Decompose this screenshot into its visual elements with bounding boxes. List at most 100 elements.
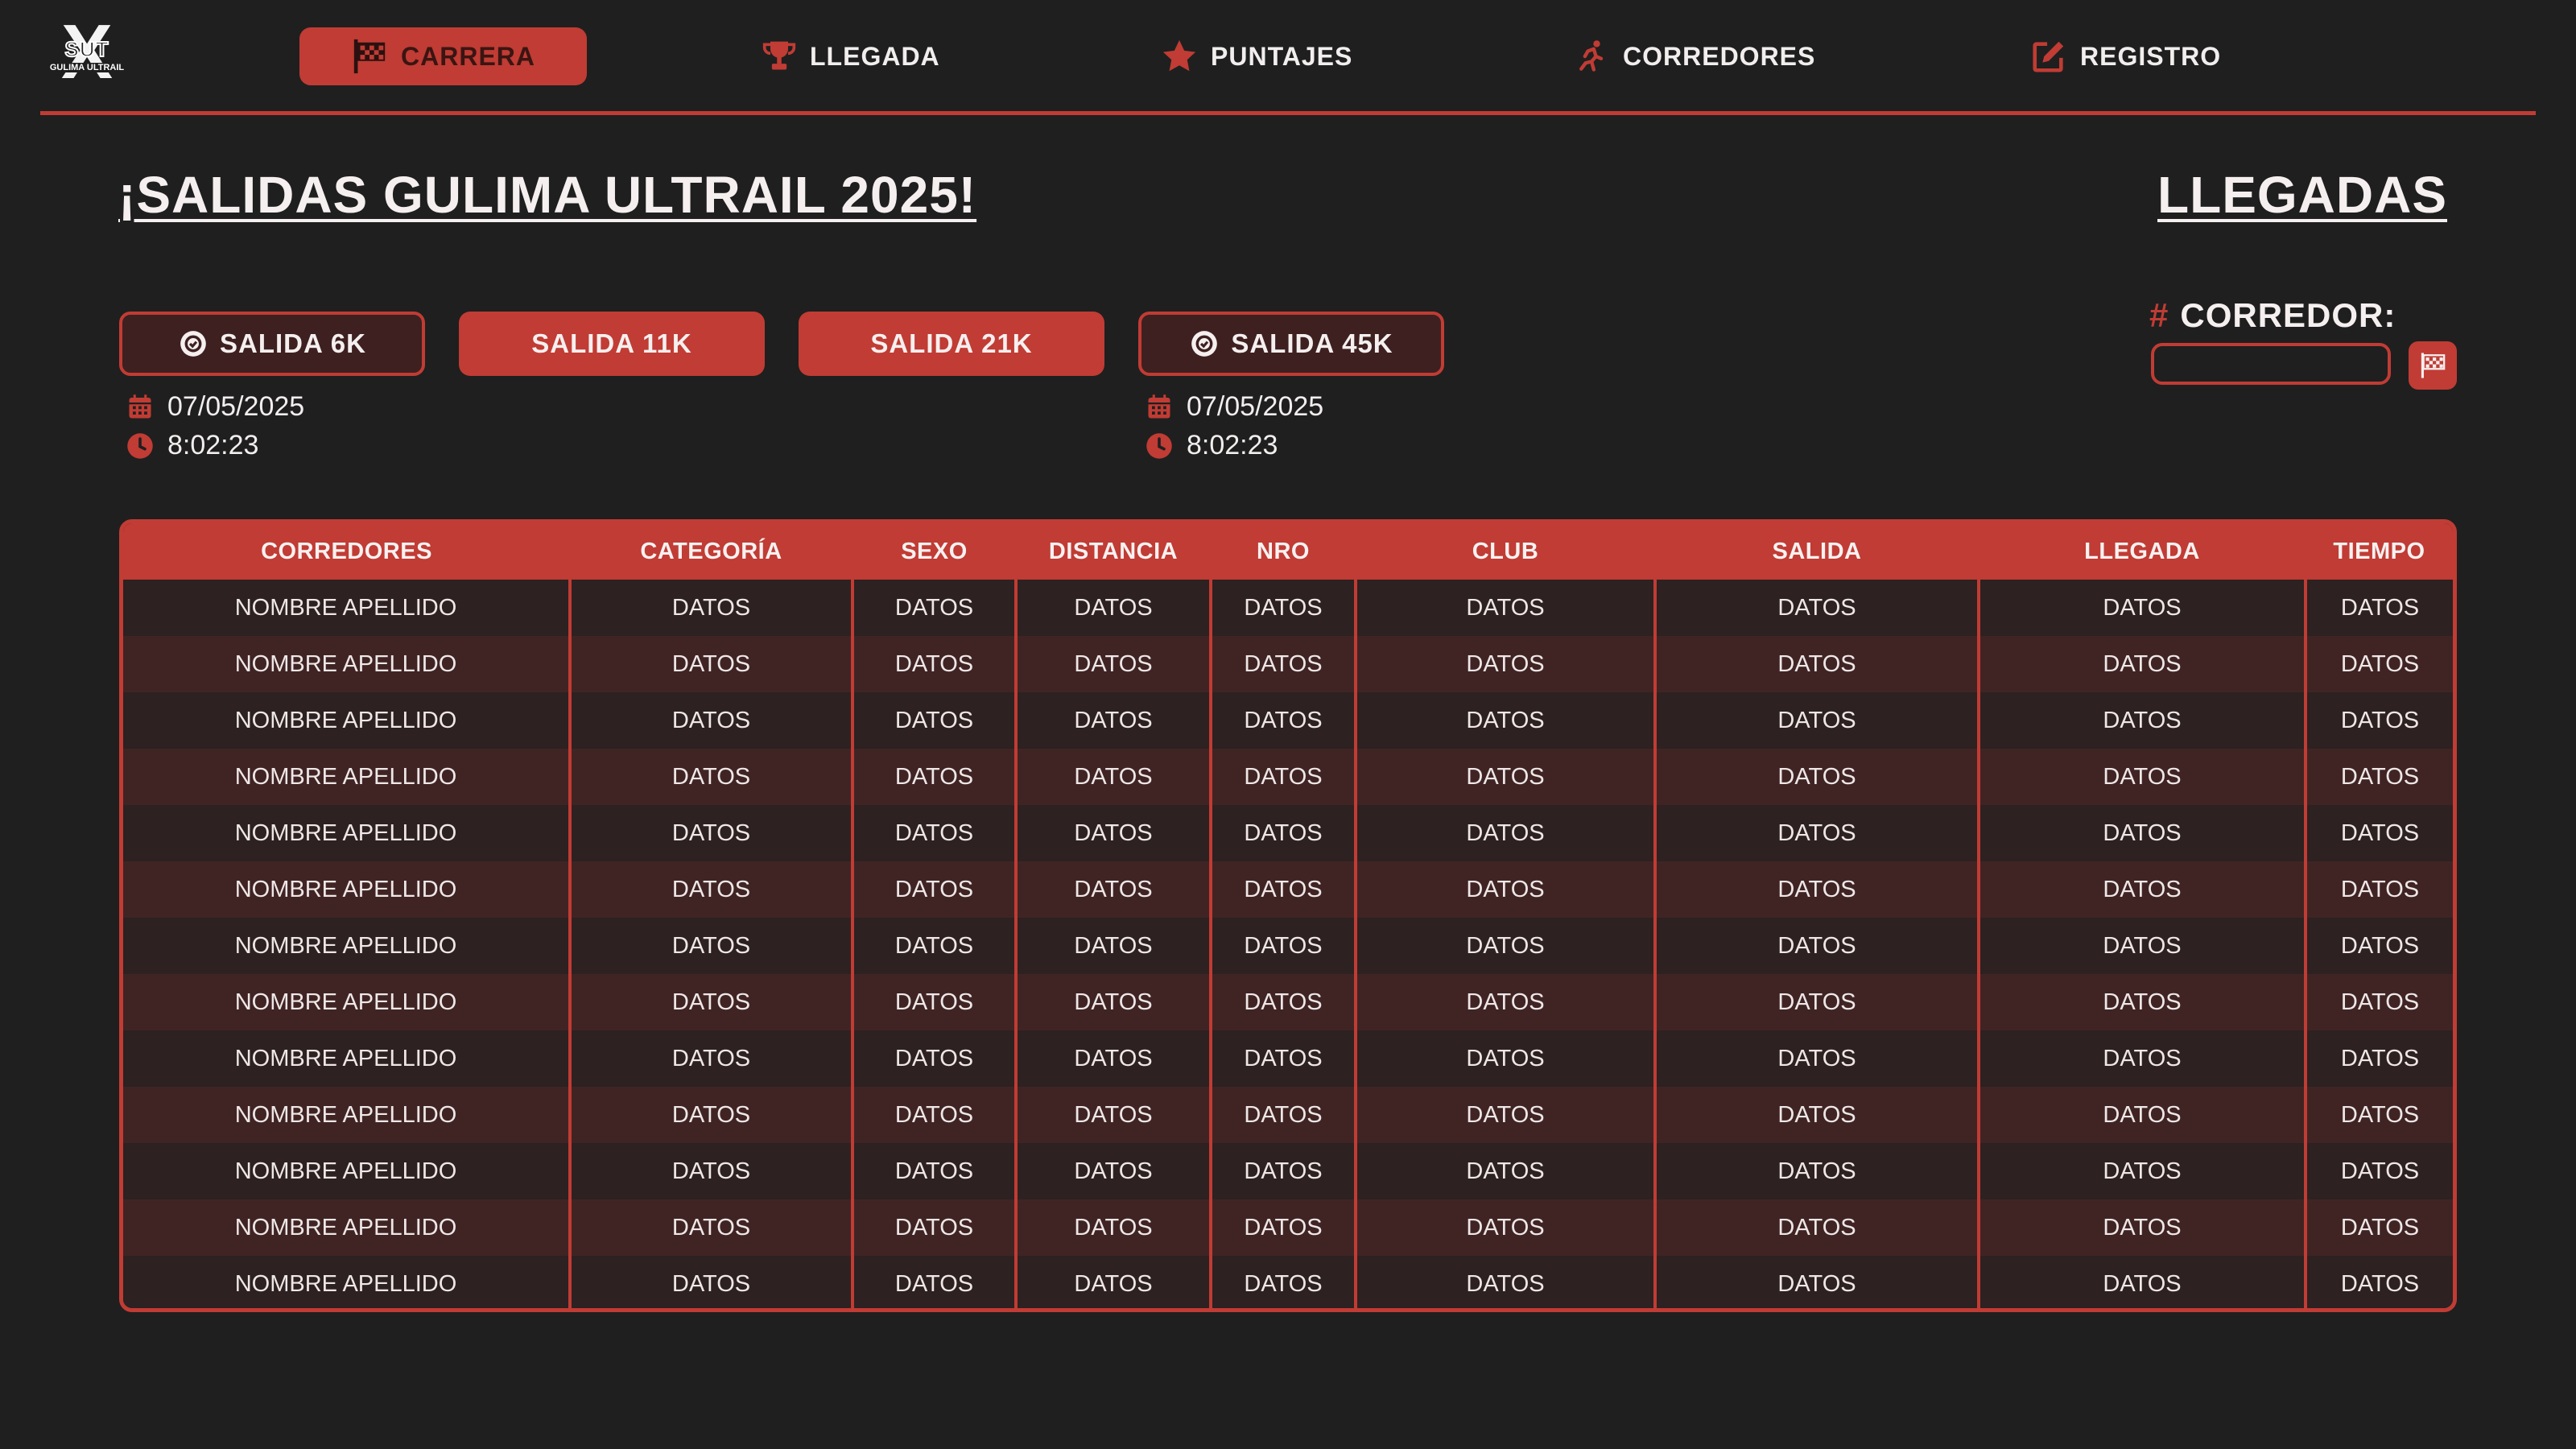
table-cell: DATOS <box>568 749 852 805</box>
logo[interactable]: X SUT GULIMA ULTRAIL <box>45 14 129 91</box>
column-header[interactable]: SEXO <box>852 523 1016 580</box>
table-cell: DATOS <box>568 1143 852 1199</box>
table-cell: DATOS <box>568 1199 852 1256</box>
table-row[interactable]: NOMBRE APELLIDO DATOS DATOS DATOS DATOS DATOS… <box>123 1199 2453 1256</box>
table-cell: DATOS <box>1354 636 1655 692</box>
runner-name-cell: NOMBRE APELLIDO <box>123 1199 570 1256</box>
star-icon <box>1162 39 1196 72</box>
table-cell: DATOS <box>1977 1199 2306 1256</box>
runner-number-input[interactable] <box>2151 343 2391 385</box>
table-row[interactable]: NOMBRE APELLIDO DATOS DATOS DATOS DATOS DATOS… <box>123 974 2453 1030</box>
table-row[interactable]: NOMBRE APELLIDO DATOS DATOS DATOS DATOS DATOS… <box>123 580 2453 636</box>
start-6k-button[interactable]: SALIDA 6K <box>119 312 425 376</box>
results-table: CORREDORES CATEGORÍA SEXO DISTANCIA NRO … <box>119 519 2457 1312</box>
table-cell: DATOS <box>851 749 1016 805</box>
table-cell: DATOS <box>1014 1256 1211 1308</box>
runner-name-cell: NOMBRE APELLIDO <box>123 1256 570 1308</box>
table-row[interactable]: NOMBRE APELLIDO DATOS DATOS DATOS DATOS DATOS… <box>123 1030 2453 1087</box>
table-cell: DATOS <box>568 918 852 974</box>
table-cell: DATOS <box>851 1199 1016 1256</box>
table-cell: DATOS <box>1977 1087 2306 1143</box>
logo-letters: SUT <box>64 36 109 62</box>
start-11k-button[interactable]: SALIDA 11K <box>459 312 765 376</box>
runner-name-cell: NOMBRE APELLIDO <box>123 1087 570 1143</box>
column-header[interactable]: SALIDA <box>1655 523 1979 580</box>
table-cell: DATOS <box>851 861 1016 918</box>
checkered-flag-icon <box>2421 353 2446 378</box>
nav-item-registro[interactable]: REGISTRO <box>2030 27 2221 85</box>
nav-item-llegada[interactable]: LLEGADA <box>762 27 940 85</box>
table-row[interactable]: NOMBRE APELLIDO DATOS DATOS DATOS DATOS DATOS… <box>123 1143 2453 1199</box>
runner-name-cell: NOMBRE APELLIDO <box>123 918 570 974</box>
table-cell: DATOS <box>1209 1030 1356 1087</box>
table-row[interactable]: NOMBRE APELLIDO DATOS DATOS DATOS DATOS DATOS… <box>123 918 2453 974</box>
table-header-row: CORREDORES CATEGORÍA SEXO DISTANCIA NRO … <box>123 523 2453 580</box>
nav-item-corredores[interactable]: CORREDORES <box>1575 27 1815 85</box>
table-cell: DATOS <box>1354 1256 1655 1308</box>
table-row[interactable]: NOMBRE APELLIDO DATOS DATOS DATOS DATOS DATOS… <box>123 1087 2453 1143</box>
runner-label: # CORREDOR: <box>2149 296 2396 335</box>
table-row[interactable]: NOMBRE APELLIDO DATOS DATOS DATOS DATOS DATOS… <box>123 861 2453 918</box>
table-cell: DATOS <box>568 861 852 918</box>
calendar-icon <box>129 394 151 418</box>
register-arrival-button[interactable] <box>2409 341 2457 390</box>
table-cell: DATOS <box>1014 918 1211 974</box>
table-cell: DATOS <box>1209 1143 1356 1199</box>
start-21k-button[interactable]: SALIDA 21K <box>799 312 1104 376</box>
page-title: ¡SALIDAS GULIMA ULTRAIL 2025! <box>118 166 977 224</box>
column-header[interactable]: CLUB <box>1356 523 1655 580</box>
table-row[interactable]: NOMBRE APELLIDO DATOS DATOS DATOS DATOS DATOS… <box>123 749 2453 805</box>
table-cell: DATOS <box>1014 580 1211 636</box>
start-45k-time: 8:02:23 <box>1145 430 1278 461</box>
table-cell: DATOS <box>568 805 852 861</box>
check-circle-icon <box>1191 331 1218 357</box>
table-cell: DATOS <box>1977 636 2306 692</box>
column-header[interactable]: CATEGORÍA <box>570 523 852 580</box>
table-row[interactable]: NOMBRE APELLIDO DATOS DATOS DATOS DATOS DATOS… <box>123 805 2453 861</box>
column-header[interactable]: NRO <box>1211 523 1356 580</box>
runner-label-text: CORREDOR: <box>2180 296 2396 334</box>
nav-label-llegada: LLEGADA <box>810 41 940 71</box>
runner-name-cell: NOMBRE APELLIDO <box>123 861 570 918</box>
column-header[interactable]: LLEGADA <box>1979 523 2306 580</box>
table-cell: DATOS <box>1977 1030 2306 1087</box>
table-cell: DATOS <box>851 580 1016 636</box>
table-cell: DATOS <box>2304 974 2453 1030</box>
nav-label-corredores: CORREDORES <box>1623 41 1816 71</box>
column-header[interactable]: TIEMPO <box>2306 523 2453 580</box>
table-cell: DATOS <box>2304 861 2453 918</box>
table-row[interactable]: NOMBRE APELLIDO DATOS DATOS DATOS DATOS DATOS… <box>123 1256 2453 1308</box>
nav-item-puntajes[interactable]: PUNTAJES <box>1161 27 1352 85</box>
table-cell: DATOS <box>1014 692 1211 749</box>
table-cell: DATOS <box>568 1256 852 1308</box>
column-header[interactable]: DISTANCIA <box>1016 523 1211 580</box>
table-cell: DATOS <box>1354 974 1655 1030</box>
table-cell: DATOS <box>2304 1256 2453 1308</box>
nav-divider <box>40 111 2536 115</box>
table-cell: DATOS <box>1209 1256 1356 1308</box>
start-45k-button[interactable]: SALIDA 45K <box>1138 312 1444 376</box>
table-cell: DATOS <box>1014 1087 1211 1143</box>
table-row[interactable]: NOMBRE APELLIDO DATOS DATOS DATOS DATOS DATOS… <box>123 636 2453 692</box>
start-6k-label: SALIDA 6K <box>220 328 366 358</box>
start-45k-date: 07/05/2025 <box>1145 391 1323 423</box>
table-cell: DATOS <box>1977 749 2306 805</box>
table-cell: DATOS <box>1209 805 1356 861</box>
table-cell: DATOS <box>1209 861 1356 918</box>
table-cell: DATOS <box>2304 580 2453 636</box>
table-cell: DATOS <box>1354 1143 1655 1199</box>
table-cell: DATOS <box>1354 692 1655 749</box>
table-cell: DATOS <box>2304 692 2453 749</box>
runner-icon <box>1579 40 1604 72</box>
table-cell: DATOS <box>851 1087 1016 1143</box>
table-cell: DATOS <box>1977 861 2306 918</box>
table-row[interactable]: NOMBRE APELLIDO DATOS DATOS DATOS DATOS DATOS… <box>123 692 2453 749</box>
column-header[interactable]: CORREDORES <box>123 523 570 580</box>
table-cell: DATOS <box>2304 636 2453 692</box>
runner-name-cell: NOMBRE APELLIDO <box>123 749 570 805</box>
table-cell: DATOS <box>1209 580 1356 636</box>
nav-item-carrera[interactable]: CARRERA <box>299 27 587 85</box>
table-cell: DATOS <box>1653 918 1979 974</box>
table-cell: DATOS <box>851 636 1016 692</box>
runner-name-cell: NOMBRE APELLIDO <box>123 580 570 636</box>
